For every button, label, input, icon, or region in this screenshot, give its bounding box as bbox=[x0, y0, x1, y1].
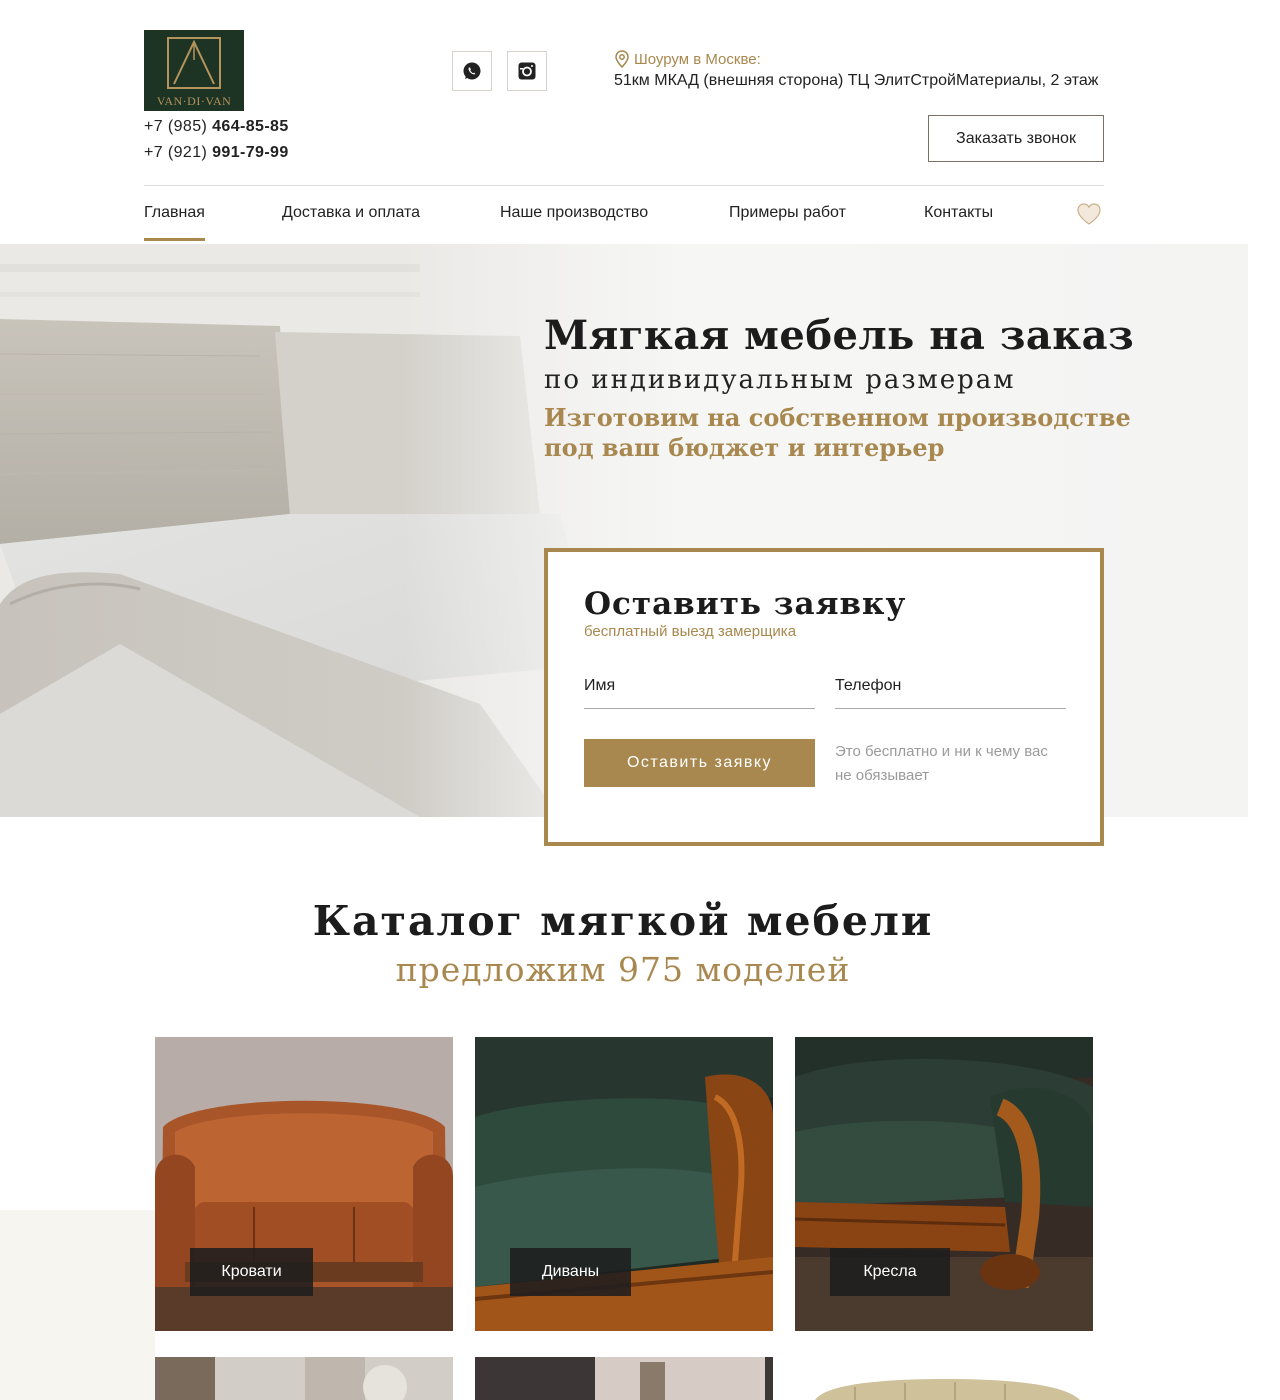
hero-subtitle: по индивидуальным размерам bbox=[544, 365, 1016, 395]
catalog-card-row2-1[interactable] bbox=[155, 1357, 453, 1400]
form-subtitle: бесплатный выезд замерщика bbox=[584, 623, 797, 640]
phone-1[interactable]: +7 (985) 464-85-85 bbox=[144, 114, 289, 140]
main-nav: Главная Доставка и оплата Наше производс… bbox=[144, 185, 1104, 243]
submit-request-button[interactable]: Оставить заявку bbox=[584, 739, 815, 787]
hero-tagline-line: под ваш бюджет и интерьер bbox=[544, 433, 945, 462]
heart-icon bbox=[1077, 203, 1101, 225]
nav-item-portfolio[interactable]: Примеры работ bbox=[729, 204, 846, 222]
card-label: Кровати bbox=[190, 1248, 313, 1296]
address-text: 51км МКАД (внешняя сторона) ТЦ ЭлитСтрой… bbox=[614, 72, 1099, 89]
hero-tagline-line: Изготовим на собственном производстве bbox=[544, 403, 1131, 432]
hero-text: Мягкая мебель на заказ по индивидуальным… bbox=[544, 312, 1164, 463]
form-title: Оставить заявку bbox=[584, 586, 907, 622]
phone-number: 464-85-85 bbox=[212, 118, 289, 135]
hero-title: Мягкая мебель на заказ bbox=[544, 312, 1135, 359]
ottoman-image bbox=[795, 1357, 1093, 1400]
phone-field[interactable]: Телефон bbox=[835, 666, 1066, 709]
decorative-background bbox=[0, 1210, 155, 1400]
catalog-card-row2-2[interactable] bbox=[475, 1357, 773, 1400]
catalog-title: Каталог мягкой мебели bbox=[312, 897, 934, 945]
phone-prefix: +7 (985) bbox=[144, 118, 208, 135]
catalog-card-row2-3[interactable] bbox=[795, 1357, 1093, 1400]
interior-image bbox=[155, 1357, 453, 1400]
catalog-card-beds[interactable]: Кровати bbox=[155, 1037, 453, 1331]
whatsapp-icon bbox=[463, 62, 481, 80]
whatsapp-button[interactable] bbox=[452, 51, 492, 91]
showroom-address: Шоурум в Москве: 51км МКАД (внешняя стор… bbox=[614, 48, 1104, 90]
nav-item-production[interactable]: Наше производство bbox=[500, 204, 648, 222]
logo[interactable]: VAN·DI·VAN bbox=[144, 30, 244, 111]
card-label: Диваны bbox=[510, 1248, 631, 1296]
phone-2[interactable]: +7 (921) 991-79-99 bbox=[144, 140, 289, 166]
site-header: VAN·DI·VAN +7 (985) 464-85-85 +7 (921) 9… bbox=[144, 30, 1104, 185]
phone-list: +7 (985) 464-85-85 +7 (921) 991-79-99 bbox=[144, 114, 289, 166]
catalog-card-armchairs[interactable]: Кресла bbox=[795, 1037, 1093, 1331]
order-callback-button[interactable]: Заказать звонок bbox=[928, 115, 1104, 162]
location-pin-icon bbox=[615, 50, 629, 68]
nav-item-contacts[interactable]: Контакты bbox=[924, 204, 993, 222]
nav-item-home[interactable]: Главная bbox=[144, 204, 205, 241]
favorites-button[interactable] bbox=[1076, 202, 1102, 231]
card-label: Кресла bbox=[830, 1248, 950, 1296]
catalog-subtitle: предложим 975 моделей bbox=[395, 950, 851, 989]
form-note: Это бесплатно и ни к чему вас не обязыва… bbox=[835, 743, 1048, 784]
hero-sofa-image bbox=[0, 244, 620, 817]
catalog-card-sofas[interactable]: Диваны bbox=[475, 1037, 773, 1331]
phone-prefix: +7 (921) bbox=[144, 144, 208, 161]
phone-number: 991-79-99 bbox=[212, 144, 289, 161]
instagram-button[interactable] bbox=[507, 51, 547, 91]
address-label-text: Шоурум в Москве: bbox=[634, 50, 761, 68]
hero-tagline: Изготовим на собственном производстве по… bbox=[544, 403, 1164, 463]
address-label: Шоурум в Москве: bbox=[614, 48, 1104, 70]
request-form: Оставить заявку бесплатный выезд замерщи… bbox=[544, 548, 1104, 846]
name-field[interactable]: Имя bbox=[584, 666, 815, 709]
instagram-icon bbox=[518, 62, 536, 80]
logo-text: VAN·DI·VAN bbox=[156, 94, 232, 108]
nav-item-delivery[interactable]: Доставка и оплата bbox=[282, 204, 420, 222]
interior-image bbox=[475, 1357, 773, 1400]
